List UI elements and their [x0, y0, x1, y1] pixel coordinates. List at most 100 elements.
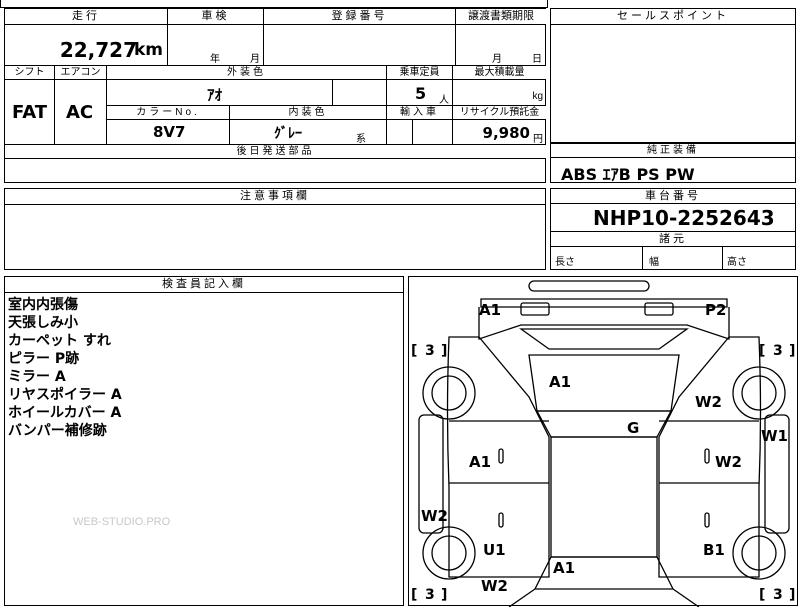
interior-color-suffix: 系 — [356, 134, 366, 145]
shift-value: FAT — [12, 102, 48, 123]
handle-left-2 — [498, 512, 504, 528]
later-parts-label: 後日発送部品 — [5, 145, 546, 159]
height-label: 高さ — [727, 257, 747, 268]
grille — [518, 328, 690, 350]
exterior-color-cell: ｱｵ — [107, 80, 333, 106]
shaken-year: 年 — [210, 54, 220, 65]
wheel-fl-inner — [431, 375, 467, 411]
mileage-value-cell: 22,727 km — [5, 25, 168, 66]
equipment-label: 純正装備 — [551, 144, 795, 158]
inspector-box: 検査員記入欄 室内内張傷 天張しみ小 カーペット すれ ピラー P跡 ミラー A リヤスポ… — [4, 276, 404, 606]
color-no-value: 8V7 — [153, 123, 186, 141]
chassis-label: 車台番号 — [551, 189, 795, 204]
info-grid: 走行 車検 登録番号 譲渡書類期限 22,727 km 年 月 月 日 シフト … — [4, 8, 546, 183]
width-label: 幅 — [649, 257, 659, 268]
tire-rl-value: 3 — [425, 587, 435, 603]
inspector-line: ミラー A — [8, 369, 66, 385]
chassis-box: 車台番号 NHP10-2252643 諸元 長さ 幅 高さ — [550, 188, 796, 270]
import-cell-1 — [387, 120, 413, 145]
mark-rear-door-l: W2 — [421, 507, 448, 525]
color-no-cell: 8V7 — [107, 120, 230, 145]
mark-door-r-side: W1 — [761, 427, 788, 445]
wheel-fl-outer — [422, 366, 476, 420]
tire-fr-bracket: [ — [759, 343, 765, 359]
mark-hood: A1 — [549, 373, 571, 391]
ac-value: AC — [66, 102, 94, 123]
max-load-cell: kg — [453, 80, 546, 106]
notes-box: 注意事項欄 — [4, 188, 546, 270]
header-top-strip — [0, 0, 548, 8]
mark-front-right: P2 — [705, 301, 726, 319]
mark-front-left: A1 — [479, 301, 501, 319]
max-load-unit: kg — [532, 91, 543, 102]
headlight-left — [520, 302, 550, 316]
import-label: 輸入車 — [387, 106, 453, 120]
transfer-deadline-label: 譲渡書類期限 — [456, 9, 546, 25]
mark-trunk: A1 — [553, 559, 575, 577]
mileage-unit: km — [133, 40, 163, 60]
inspector-line: カーペット すれ — [8, 333, 111, 349]
interior-color-value: ｸﾞﾚｰ — [274, 126, 302, 142]
inspector-line: リヤスポイラー A — [8, 387, 122, 403]
transfer-month: 月 — [492, 54, 502, 65]
tire-fl-value: 3 — [425, 343, 435, 359]
tire-rr-value: 3 — [773, 587, 783, 603]
height-cell: 高さ — [723, 247, 795, 270]
recycle-unit: 円 — [533, 134, 543, 145]
notes-label: 注意事項欄 — [5, 189, 545, 205]
shaken-label: 車検 — [168, 9, 264, 25]
exterior-color-extra — [333, 80, 387, 106]
roof-panel — [550, 436, 658, 558]
registration-label: 登録番号 — [264, 9, 456, 25]
mark-rear-fender-r: B1 — [703, 541, 725, 559]
handle-left-1 — [498, 448, 504, 464]
tire-fl-bracket: [ — [411, 343, 417, 359]
inspector-line: 天張しみ小 — [8, 315, 78, 331]
sales-point-label: セールスポイント — [551, 9, 795, 25]
ac-value-cell: AC — [55, 80, 107, 145]
interior-color-cell: ｸﾞﾚｰ 系 — [230, 120, 387, 145]
tire-fr-bracket-close: ] — [789, 343, 795, 359]
transfer-value-cell: 月 日 — [456, 25, 546, 66]
hood-outline — [478, 307, 730, 340]
sales-point-box: セールスポイント — [550, 8, 796, 143]
mileage-value: 22,727 — [59, 38, 137, 62]
interior-color-label: 内装色 — [230, 106, 387, 120]
front-bumper-top — [528, 280, 650, 292]
shaken-month: 月 — [250, 54, 260, 65]
ac-label: エアコン — [55, 66, 107, 80]
length-label: 長さ — [555, 257, 575, 268]
registration-value-cell — [264, 25, 456, 66]
width-cell: 幅 — [643, 247, 723, 270]
inspector-line: バンパー補修跡 — [8, 423, 107, 439]
exterior-color-label: 外装色 — [107, 66, 387, 80]
capacity-value: 5 — [415, 84, 427, 103]
mark-rear-fender-l: U1 — [483, 541, 506, 559]
roof — [535, 410, 673, 438]
inspector-lines: 室内内張傷 天張しみ小 カーペット すれ ピラー P跡 ミラー A リヤスポイラー A ホイ… — [8, 296, 122, 440]
tire-rl-bracket-close: ] — [441, 587, 447, 603]
exterior-color-value: ｱｵ — [207, 86, 223, 104]
inspector-line: ホイールカバー A — [8, 405, 122, 421]
equipment-box: 純正装備 ABS ｴｱB PS PW — [550, 143, 796, 184]
equipment-value: ABS ｴｱB PS PW — [561, 165, 695, 184]
recycle-label: リサイクル預託金 — [453, 106, 546, 120]
shaken-value-cell: 年 月 — [168, 25, 264, 66]
later-parts-cell — [5, 159, 546, 183]
recycle-value: 9,980 — [482, 124, 530, 142]
tire-fr-value: 3 — [773, 343, 783, 359]
mark-front-door-l: A1 — [469, 453, 491, 471]
tire-rr-bracket-close: ] — [789, 587, 795, 603]
length-cell: 長さ — [551, 247, 643, 270]
inspector-label: 検査員記入欄 — [5, 277, 403, 293]
chassis-value-cell: NHP10-2252643 — [551, 204, 795, 232]
shift-value-cell: FAT — [5, 80, 55, 145]
wheel-fr-outer — [732, 366, 786, 420]
shift-label: シフト — [5, 66, 55, 80]
front-bumper — [480, 298, 728, 308]
inspector-line: 室内内張傷 — [8, 297, 78, 313]
chassis-number: NHP10-2252643 — [593, 206, 775, 230]
headlight-right — [644, 302, 674, 316]
mileage-label: 走行 — [5, 9, 168, 25]
capacity-cell: 5 人 — [387, 80, 453, 106]
